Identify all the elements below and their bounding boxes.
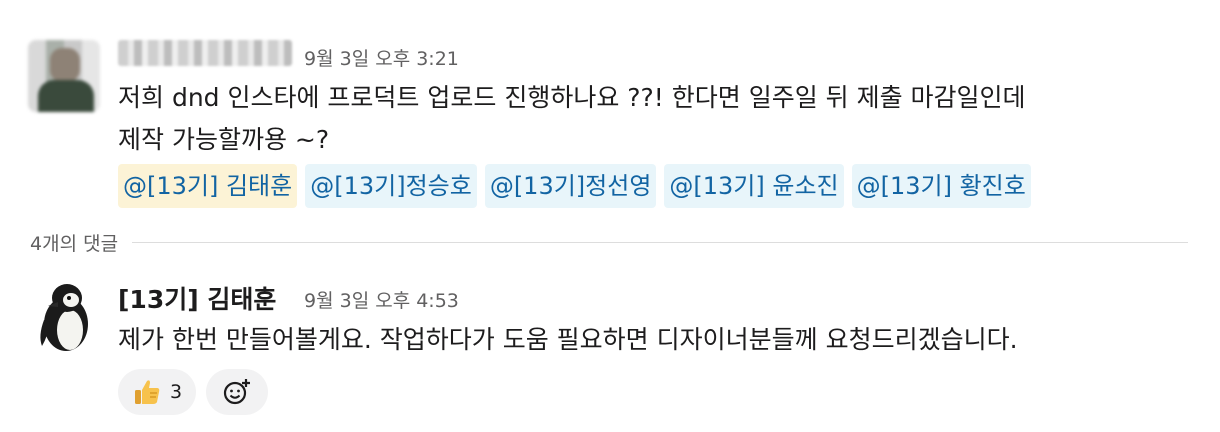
message-text: 제가 한번 만들어볼게요. 작업하다가 도움 필요하면 디자이너분들께 요청드리… — [118, 325, 1018, 354]
reply-count: 4개의 댓글 — [30, 232, 119, 255]
author-name[interactable]: [13기] 김태훈 — [118, 280, 276, 316]
avatar[interactable] — [28, 40, 100, 112]
message-text-line-2: 제작 가능할까용 ~? — [118, 125, 330, 154]
mention-list: @[13기] 김태훈 @[13기]정승호 @[13기]정선영 @[13기] 윤소… — [118, 164, 1031, 208]
reaction-thumbs-up[interactable]: 3 — [118, 369, 197, 415]
message-timestamp[interactable]: 9월 3일 오후 3:21 — [304, 44, 459, 71]
avatar[interactable] — [30, 280, 102, 352]
mention-user[interactable]: @[13기] 황진호 — [851, 164, 1031, 208]
mention-user[interactable]: @[13기]정승호 — [305, 164, 477, 208]
thumbs-up-icon — [135, 380, 160, 404]
add-reaction-button[interactable] — [206, 369, 269, 415]
mention-user[interactable]: @[13기]정선영 — [484, 164, 657, 208]
message-timestamp[interactable]: 9월 3일 오후 4:53 — [304, 286, 459, 313]
penguin-avatar-icon — [40, 284, 88, 351]
author-name-blurred[interactable] — [118, 40, 292, 66]
divider-line — [132, 241, 1188, 243]
mention-user[interactable]: @[13기] 김태훈 — [118, 164, 298, 208]
reaction-count: 3 — [170, 381, 183, 403]
reaction-bar: 3 — [118, 369, 269, 415]
replies-divider: 4개의 댓글 — [30, 230, 1188, 255]
mention-user[interactable]: @[13기] 윤소진 — [664, 164, 844, 208]
message-text-line-1: 저희 dnd 인스타에 프로덕트 업로드 진행하나요 ??! 한다면 일주일 뒤… — [118, 83, 1026, 112]
add-emoji-icon — [223, 379, 251, 405]
